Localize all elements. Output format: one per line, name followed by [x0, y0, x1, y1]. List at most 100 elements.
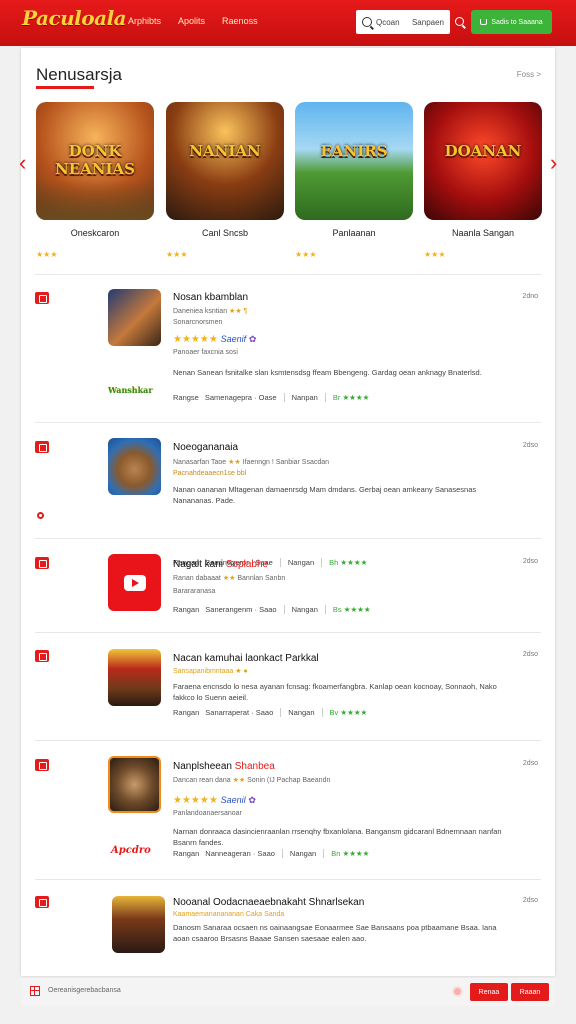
search-scope[interactable]: Sanpaen	[412, 18, 444, 27]
play-icon	[123, 574, 146, 591]
app-title[interactable]: Nooanal Oodacnaeaebnakaht Shnarlsekan	[173, 897, 364, 908]
featured-image: DONK NEANIAS	[36, 102, 154, 220]
app-rating-sub: Panoaer faxcnia sosi	[173, 349, 238, 356]
grid-icon[interactable]	[30, 986, 40, 996]
app-date: 2dso	[522, 442, 538, 449]
action-button[interactable]: Sadis to Saaana	[471, 10, 552, 34]
app-thumbnail[interactable]	[108, 438, 161, 495]
app-meta: Rangan Sanarraperat · Saao Nangan Bv ★★★★	[173, 708, 368, 717]
app-category: Barararanasa	[173, 588, 216, 595]
app-description: Faraena encnsdo lo nesa ayanan fcnsag: f…	[173, 682, 497, 702]
featured-image: NANIAN	[166, 102, 284, 220]
featured-stars: ★★★	[36, 250, 58, 259]
app-description: Danosm Sanaraa ocsaen ns oainaangsae Eon…	[173, 923, 497, 943]
status-dot-icon	[37, 512, 44, 519]
logo[interactable]: Paculoala	[22, 6, 127, 30]
rank-badge-icon	[35, 759, 49, 771]
action-button-label: Sadis to Saaana	[491, 18, 543, 26]
carousel-prev-icon[interactable]: ‹	[19, 152, 27, 174]
divider	[35, 274, 541, 275]
divider	[35, 422, 541, 423]
featured-name: Naanla Sangan	[451, 228, 515, 238]
app-subtitle: Dancan rean dana ★★ Sonin (IJ Pachap Bae…	[173, 777, 331, 784]
divider	[35, 632, 541, 633]
nav-link-2[interactable]: Apolits	[178, 16, 205, 26]
footer-button-2[interactable]: Raaan	[511, 983, 549, 1001]
app-rating: ★★★★★ Saenif ✿	[173, 334, 257, 345]
footer-button-1[interactable]: Renaa	[470, 983, 508, 1001]
app-subtitle: Kaamaemananananan Caka Sanda	[173, 911, 285, 918]
top-bar: Paculoala Arphibts Apolits Raenoss Qcoan…	[0, 0, 576, 46]
publisher-logo: Apcdro	[111, 845, 151, 856]
app-thumbnail[interactable]	[108, 756, 161, 813]
featured-art-text: EANIRS	[320, 142, 388, 160]
app-title[interactable]: Nosan kbamblan	[173, 292, 248, 303]
app-title[interactable]: Nanplsheean Shanbea	[173, 761, 275, 772]
app-thumbnail[interactable]	[108, 649, 161, 706]
carousel-next-icon[interactable]: ›	[550, 152, 558, 174]
app-subtitle: Nanasarfan Taoe ★★ Ifaenngn ! Sanbiar Ss…	[173, 459, 330, 466]
app-rating-sub: Panlandoanaersanoar	[173, 810, 242, 817]
nav-link-3[interactable]: Raenoss	[222, 16, 258, 26]
featured-card[interactable]: EANIRS Panlaanan ★★★	[295, 102, 413, 259]
search-submit-icon[interactable]	[455, 17, 464, 26]
app-date: 2dso	[522, 558, 538, 565]
app-thumbnail[interactable]	[112, 896, 165, 953]
app-date: 2dso	[522, 760, 538, 767]
featured-card[interactable]: DOANAN Naanla Sangan ★★★	[424, 102, 542, 259]
app-title[interactable]: Nacan kamuhai laonkact Parkkal	[173, 653, 319, 664]
featured-stars: ★★★	[166, 250, 188, 259]
rank-badge-icon	[35, 650, 49, 662]
app-category: Pacnahdeaaecn1se bbl	[173, 470, 247, 477]
section-underline	[36, 86, 94, 89]
featured-stars: ★★★	[424, 250, 446, 259]
app-subtitle: Ranan dabaaat ★★ Bannlan Sanbn	[173, 575, 286, 582]
app-title[interactable]: Noeogananaia	[173, 442, 238, 453]
featured-art-text: NANIAN	[189, 142, 261, 160]
featured-art-text: DOANAN	[444, 142, 522, 160]
bottom-bar: Oereanisgerebacbansa Renaa Raaan	[21, 978, 555, 1006]
featured-image: DOANAN	[424, 102, 542, 220]
section-title: Nenusarsja	[36, 65, 122, 84]
app-date: 2dno	[522, 293, 538, 300]
app-title[interactable]: Nagalt kani Soplabhe	[173, 559, 268, 570]
app-subtitle: Sansapanibmntaaa ★ ●	[173, 668, 248, 675]
see-all-link[interactable]: Foss >	[517, 70, 541, 79]
featured-name: Oneskcaron	[70, 228, 120, 238]
featured-card[interactable]: DONK NEANIAS Oneskcaron ★★★	[36, 102, 154, 259]
app-date: 2dso	[522, 651, 538, 658]
app-meta: Rangan Nanneageran · Saao Nangan Bn ★★★★	[173, 849, 370, 858]
app-meta: Rangan Sanerangenm · Saao Nangan Bs ★★★★	[173, 605, 371, 614]
divider	[35, 879, 541, 880]
bottom-bar-text: Oereanisgerebacbansa	[48, 987, 121, 994]
featured-stars: ★★★	[295, 250, 317, 259]
featured-image: EANIRS	[295, 102, 413, 220]
rank-badge-icon	[35, 896, 49, 908]
app-thumbnail[interactable]	[108, 289, 161, 346]
search-input[interactable]: Qcoan Sanpaen	[356, 10, 450, 34]
app-description: Nenan Sanean fsnitalke slan ksmtensdsg f…	[173, 368, 482, 377]
main-nav: Arphibts Apolits Raenoss	[128, 16, 258, 26]
logo-text: Paculoala	[22, 6, 127, 30]
search-placeholder: Qcoan	[376, 17, 400, 27]
app-subtitle: Daneniea ksntian ★★ ¶	[173, 308, 248, 315]
featured-name: Panlaanan	[332, 228, 376, 238]
search-icon	[362, 17, 372, 27]
main-panel: Nenusarsja Foss > ‹ › DONK NEANIAS Onesk…	[19, 48, 558, 976]
featured-card[interactable]: NANIAN Canl Sncsb ★★★	[166, 102, 284, 259]
divider	[35, 740, 541, 741]
rank-badge-icon	[35, 557, 49, 569]
app-category: Sonarcnorsmen	[173, 319, 223, 326]
divider	[35, 538, 541, 539]
publisher-logo: Wanshkar	[108, 385, 153, 395]
app-thumbnail[interactable]	[108, 554, 161, 611]
app-description: Nanan oananan Mltagenan damaenrsdg Mam d…	[173, 485, 477, 505]
app-description: Narnan donraaca dasincienraanlan rrsenqh…	[173, 827, 502, 847]
app-meta: Rangse Samenagepra · Oase Nanpan Br ★★★★	[173, 393, 370, 402]
rank-badge-icon	[35, 292, 49, 304]
notification-dot-icon[interactable]	[452, 986, 463, 997]
rank-badge-icon	[35, 441, 49, 453]
nav-link-1[interactable]: Arphibts	[128, 16, 161, 26]
featured-name: Canl Sncsb	[201, 228, 249, 238]
cart-icon	[480, 19, 488, 25]
